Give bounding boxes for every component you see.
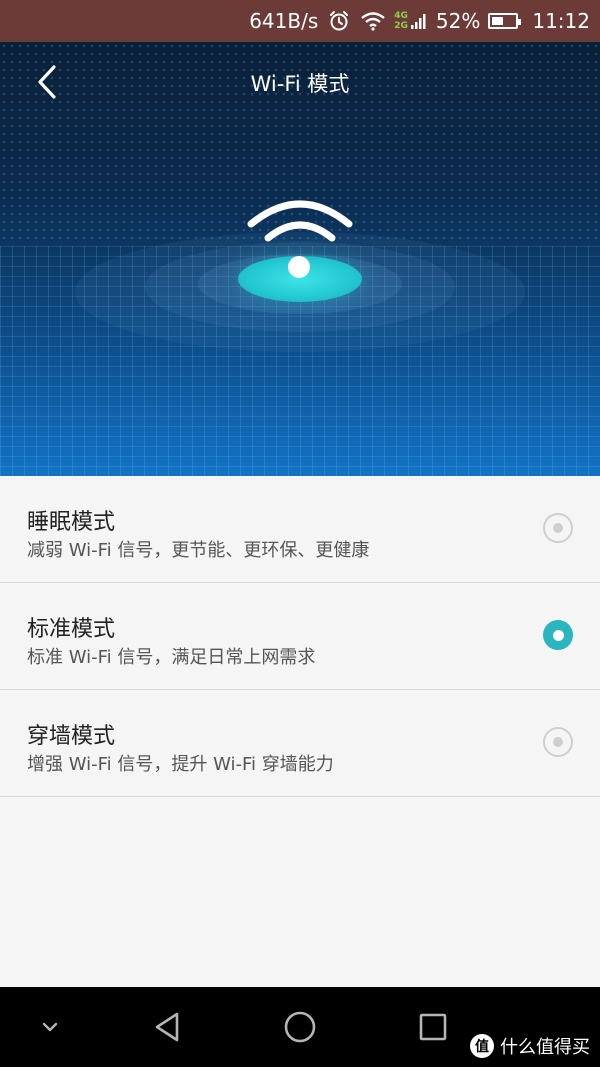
option-title: 睡眠模式 bbox=[27, 510, 116, 535]
home-circle-icon bbox=[284, 1011, 316, 1043]
option-title: 穿墙模式 bbox=[27, 724, 116, 749]
status-bar: 641B/s 4G 2G 52% 11:12 bbox=[0, 0, 600, 42]
battery-level bbox=[492, 17, 504, 25]
nav-back-button[interactable] bbox=[147, 1007, 187, 1047]
watermark-logo: 值 bbox=[470, 1034, 494, 1058]
cellular-signal-icon bbox=[410, 12, 426, 30]
watermark-text: 什么值得买 bbox=[500, 1037, 590, 1058]
option-description: 减弱 Wi-Fi 信号，更节能、更环保、更健康 bbox=[27, 540, 370, 561]
back-triangle-icon bbox=[155, 1012, 179, 1042]
network-speed: 641B/s bbox=[249, 9, 319, 33]
option-title: 标准模式 bbox=[27, 617, 116, 642]
mode-options-list: 睡眠模式 减弱 Wi-Fi 信号，更节能、更环保、更健康 标准模式 标准 Wi-… bbox=[0, 476, 600, 797]
option-description: 标准 Wi-Fi 信号，满足日常上网需求 bbox=[27, 647, 316, 668]
hide-navbar-button[interactable] bbox=[30, 1007, 70, 1047]
navigation-bar: 值 什么值得买 bbox=[0, 987, 600, 1067]
network-type-top: 4G bbox=[394, 11, 408, 21]
option-standard-mode[interactable]: 标准模式 标准 Wi-Fi 信号，满足日常上网需求 bbox=[0, 583, 600, 690]
watermark: 值 什么值得买 bbox=[470, 1033, 590, 1059]
radio-wall-penetration-mode[interactable] bbox=[543, 727, 573, 757]
radio-sleep-mode[interactable] bbox=[543, 513, 573, 543]
nav-home-button[interactable] bbox=[280, 1007, 320, 1047]
chevron-down-icon bbox=[42, 1022, 58, 1032]
option-wall-penetration-mode[interactable]: 穿墙模式 增强 Wi-Fi 信号，提升 Wi-Fi 穿墙能力 bbox=[0, 690, 600, 797]
option-description: 增强 Wi-Fi 信号，提升 Wi-Fi 穿墙能力 bbox=[27, 754, 334, 775]
hero-banner: Wi-Fi 模式 bbox=[0, 42, 600, 476]
nav-recent-button[interactable] bbox=[413, 1007, 453, 1047]
wifi-signal-icon bbox=[247, 200, 353, 242]
option-sleep-mode[interactable]: 睡眠模式 减弱 Wi-Fi 信号，更节能、更环保、更健康 bbox=[0, 476, 600, 583]
radio-standard-mode[interactable] bbox=[543, 620, 573, 650]
page-title: Wi-Fi 模式 bbox=[250, 72, 350, 96]
network-type-bottom: 2G bbox=[394, 21, 408, 31]
battery-icon bbox=[488, 13, 522, 29]
wifi-source-dot bbox=[288, 256, 310, 278]
battery-percent: 52% bbox=[435, 9, 481, 33]
wifi-status-icon bbox=[360, 11, 386, 31]
alarm-icon bbox=[328, 10, 350, 32]
recent-square-icon bbox=[419, 1013, 447, 1041]
network-type-badge: 4G 2G bbox=[394, 11, 408, 31]
clock: 11:12 bbox=[532, 9, 590, 33]
